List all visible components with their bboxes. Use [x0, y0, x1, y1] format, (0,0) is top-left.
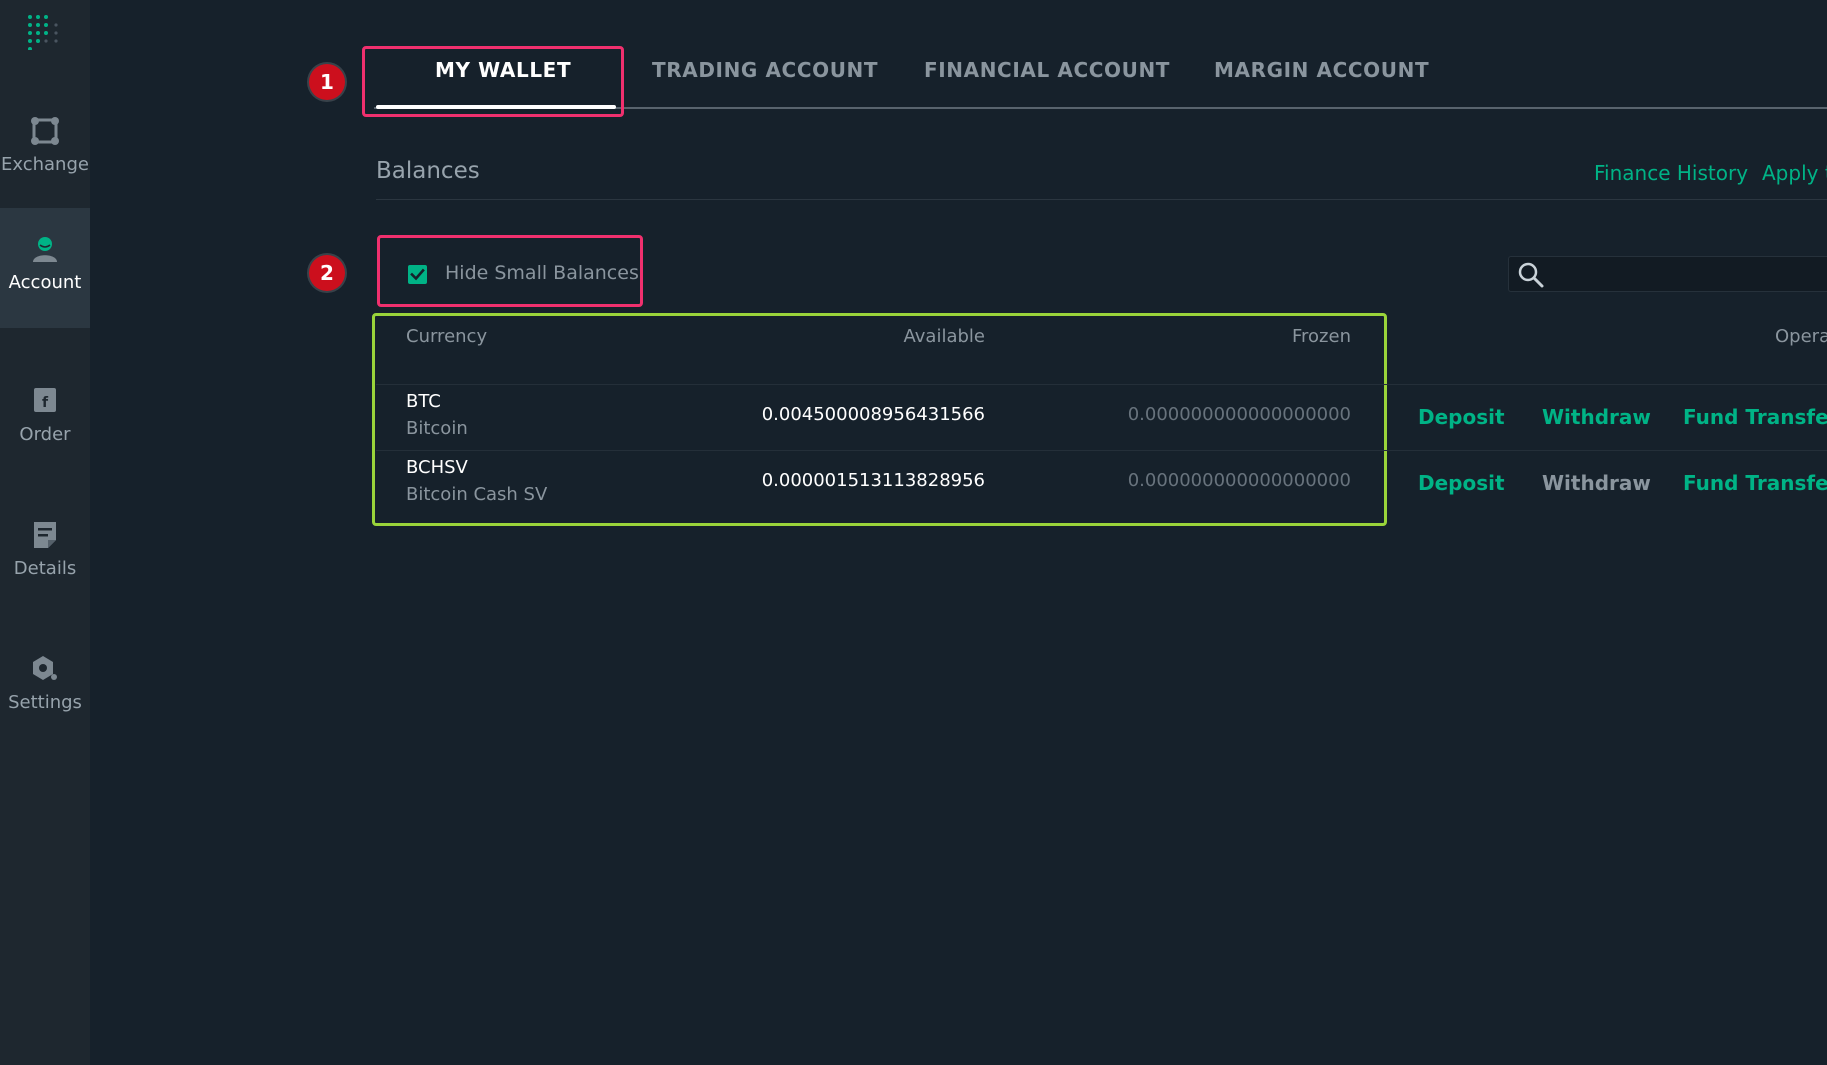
- page: Exchange Account f Order Details Setting…: [0, 0, 1827, 1065]
- tab-margin-account[interactable]: MARGIN ACCOUNT: [1214, 58, 1429, 94]
- currency-code: BTC: [406, 391, 441, 412]
- withdraw-button[interactable]: Withdraw: [1542, 405, 1651, 429]
- tab-trading-account[interactable]: TRADING ACCOUNT: [652, 58, 878, 94]
- annotation-badge-2: 2: [309, 255, 345, 291]
- sidebar-item-label: Order: [19, 424, 71, 445]
- balances-divider: [376, 199, 1827, 200]
- withdraw-button-disabled[interactable]: Withdraw: [1542, 471, 1651, 495]
- active-tab-indicator: [376, 105, 616, 109]
- sidebar-item-settings[interactable]: Settings: [0, 628, 90, 748]
- sidebar-item-label: Details: [13, 558, 77, 579]
- tab-my-wallet[interactable]: MY WALLET: [435, 58, 571, 94]
- sidebar-item-label: Settings: [8, 692, 82, 713]
- checkmark-icon: [410, 268, 425, 281]
- apply-link[interactable]: Apply to: [1762, 161, 1827, 185]
- search-icon[interactable]: [1517, 261, 1545, 289]
- deposit-button[interactable]: Deposit: [1418, 471, 1505, 495]
- svg-text:f: f: [42, 395, 49, 411]
- sidebar-item-label: Exchange: [1, 154, 89, 175]
- row-divider: [376, 384, 1827, 385]
- sidebar-item-label: Account: [8, 272, 82, 293]
- document-icon: [30, 520, 60, 550]
- search-input[interactable]: [1553, 260, 1823, 288]
- balances-title: Balances: [376, 158, 480, 184]
- column-header-available: Available: [903, 326, 985, 347]
- hide-small-balances-checkbox[interactable]: [408, 265, 427, 284]
- available-balance: 0.004500008956431566: [761, 404, 985, 425]
- currency-name: Bitcoin Cash SV: [406, 484, 548, 505]
- sidebar-item-order[interactable]: f Order: [0, 360, 90, 480]
- currency-name: Bitcoin: [406, 418, 468, 439]
- exchange-icon: [30, 116, 60, 146]
- search-box[interactable]: [1508, 256, 1827, 292]
- frozen-balance: 0.000000000000000000: [1127, 470, 1351, 491]
- column-header-currency: Currency: [406, 326, 488, 347]
- available-balance: 0.000001513113828956: [761, 470, 985, 491]
- order-icon: f: [30, 386, 60, 416]
- row-divider: [376, 450, 1827, 451]
- gear-icon: [30, 654, 60, 684]
- finance-history-link[interactable]: Finance History: [1594, 161, 1748, 185]
- column-header-frozen: Frozen: [1292, 326, 1351, 347]
- sidebar-item-account[interactable]: Account: [0, 208, 90, 328]
- annotation-badge-1: 1: [309, 64, 345, 100]
- dot-grid-logo-icon[interactable]: [27, 14, 63, 51]
- sidebar-item-exchange[interactable]: Exchange: [0, 90, 90, 210]
- fund-transfer-button[interactable]: Fund Transfer: [1683, 405, 1827, 429]
- user-icon: [30, 234, 60, 264]
- hide-small-balances-label[interactable]: Hide Small Balances: [445, 262, 639, 284]
- sidebar-item-details[interactable]: Details: [0, 494, 90, 614]
- column-header-operation: Opera: [1775, 326, 1827, 347]
- tab-financial-account[interactable]: FINANCIAL ACCOUNT: [924, 58, 1170, 94]
- deposit-button[interactable]: Deposit: [1418, 405, 1505, 429]
- sidebar: Exchange Account f Order Details Setting…: [0, 0, 90, 1065]
- currency-code: BCHSV: [406, 457, 468, 478]
- frozen-balance: 0.000000000000000000: [1127, 404, 1351, 425]
- fund-transfer-button[interactable]: Fund Transfer: [1683, 471, 1827, 495]
